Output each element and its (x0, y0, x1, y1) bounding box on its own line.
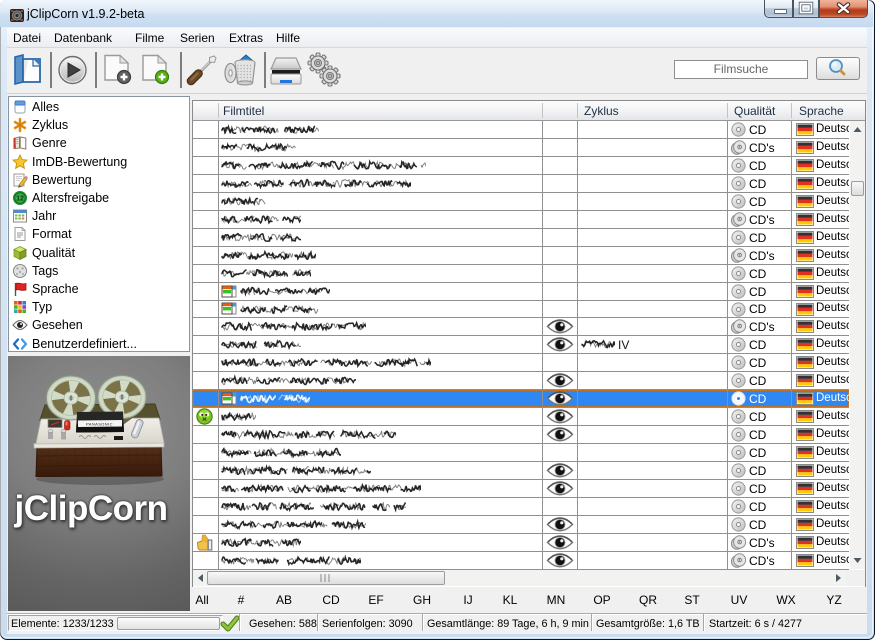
svg-text:PANASONIC: PANASONIC (86, 422, 113, 427)
svg-text:12: 12 (16, 196, 24, 203)
